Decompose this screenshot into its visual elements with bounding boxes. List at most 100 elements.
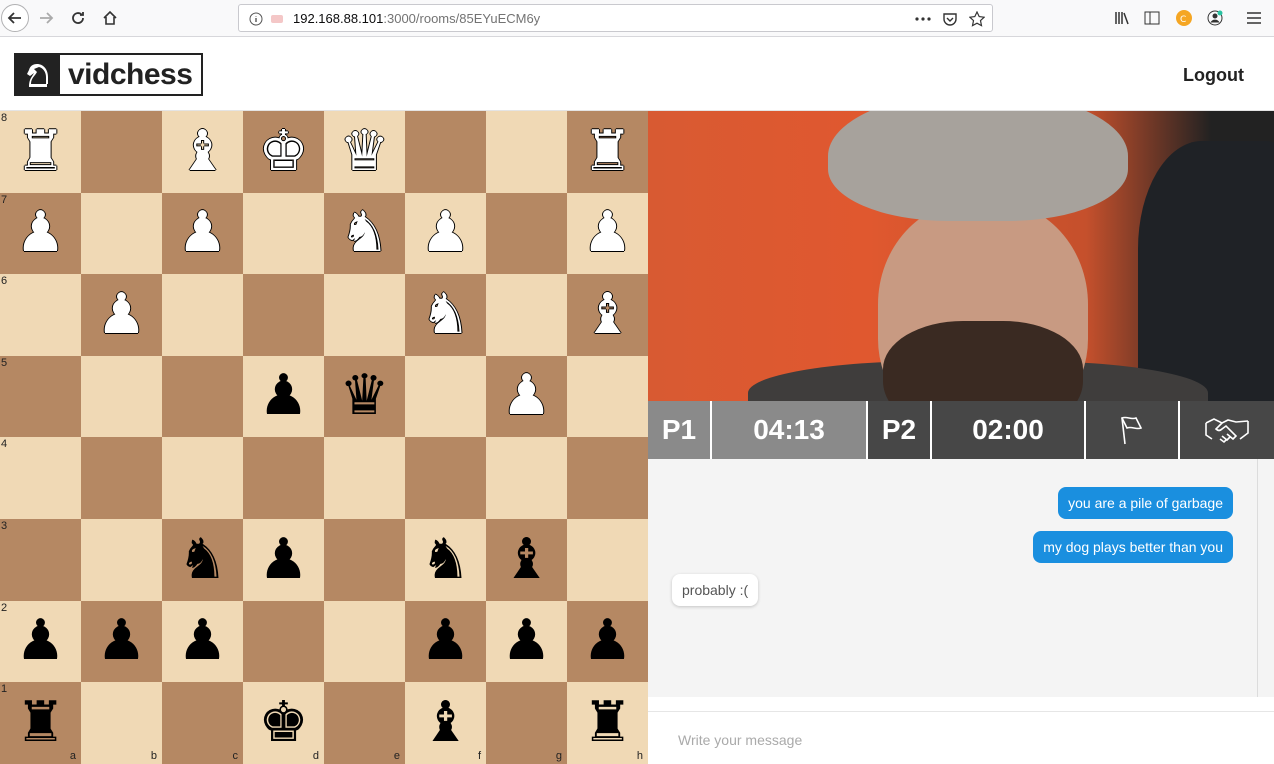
square-e5[interactable]: ♛ xyxy=(324,355,405,438)
more-actions-icon[interactable] xyxy=(915,11,931,27)
square-a4[interactable]: 4 xyxy=(0,437,81,519)
chess-piece[interactable]: ♟ xyxy=(243,356,324,437)
chess-piece[interactable]: ♜ xyxy=(567,111,648,192)
square-c4[interactable] xyxy=(162,437,243,519)
square-b2[interactable]: ♟ xyxy=(81,600,162,683)
logout-button[interactable]: Logout xyxy=(1183,65,1244,86)
square-h3[interactable] xyxy=(567,519,648,601)
chess-board[interactable]: 8 ♜ ♝ ♚ ♛ ♜ 7 ♟ ♟ ♞ ♟ ♟ 6 ♟ ♞ ♝ 5 ♟ ♛ ♟ 4 3 ♞ ♟ ♞ ♝ 2 ♟ ♟ ♟ ♟ ♟ ♟ 1 a ♜ b c d ♚… xyxy=(0,111,648,764)
chess-piece[interactable]: ♟ xyxy=(81,274,162,355)
square-d4[interactable] xyxy=(243,437,324,519)
pocket-icon[interactable] xyxy=(942,11,958,27)
square-c6[interactable] xyxy=(162,274,243,356)
square-e8[interactable]: ♛ xyxy=(324,111,405,193)
chess-piece[interactable]: ♟ xyxy=(405,193,486,274)
account-icon[interactable] xyxy=(1206,9,1224,27)
square-b1[interactable]: b xyxy=(81,682,162,764)
message-input[interactable] xyxy=(678,726,1238,754)
square-d5[interactable]: ♟ xyxy=(243,355,324,438)
square-g1[interactable]: g xyxy=(486,682,567,764)
square-f2[interactable]: ♟ xyxy=(405,600,486,683)
square-g8[interactable] xyxy=(486,111,567,193)
sidebar-icon[interactable] xyxy=(1143,9,1161,27)
chess-piece[interactable]: ♟ xyxy=(162,601,243,682)
square-f4[interactable] xyxy=(405,437,486,519)
chess-piece[interactable]: ♟ xyxy=(486,356,567,437)
square-g6[interactable] xyxy=(486,274,567,356)
chess-piece[interactable]: ♝ xyxy=(405,682,486,763)
square-h6[interactable]: ♝ xyxy=(567,274,648,356)
address-bar[interactable]: 192.168.88.101:3000/rooms/85EYuECM6y xyxy=(238,4,993,32)
square-c7[interactable]: ♟ xyxy=(162,192,243,275)
square-c2[interactable]: ♟ xyxy=(162,600,243,683)
offer-draw-button[interactable] xyxy=(1180,401,1274,459)
square-h8[interactable]: ♜ xyxy=(567,111,648,193)
square-e1[interactable]: e xyxy=(324,682,405,764)
chess-piece[interactable]: ♜ xyxy=(0,111,81,192)
square-d8[interactable]: ♚ xyxy=(243,111,324,193)
chess-piece[interactable]: ♟ xyxy=(0,601,81,682)
chess-piece[interactable]: ♞ xyxy=(405,274,486,355)
back-button[interactable] xyxy=(1,4,29,32)
square-f1[interactable]: f ♝ xyxy=(405,682,486,764)
square-a3[interactable]: 3 xyxy=(0,519,81,601)
chat-messages[interactable]: you are a pile of garbage my dog plays be… xyxy=(648,459,1258,697)
square-c8[interactable]: ♝ xyxy=(162,111,243,193)
resign-button[interactable] xyxy=(1086,401,1180,459)
square-h2[interactable]: ♟ xyxy=(567,600,648,683)
library-icon[interactable] xyxy=(1113,9,1131,27)
forward-button[interactable] xyxy=(32,4,60,32)
square-b3[interactable] xyxy=(81,519,162,601)
chess-piece[interactable]: ♟ xyxy=(567,601,648,682)
square-b8[interactable] xyxy=(81,111,162,193)
chess-piece[interactable]: ♟ xyxy=(486,601,567,682)
square-c5[interactable] xyxy=(162,355,243,438)
square-g4[interactable] xyxy=(486,437,567,519)
chess-piece[interactable]: ♝ xyxy=(486,519,567,600)
square-h7[interactable]: ♟ xyxy=(567,192,648,275)
square-b5[interactable] xyxy=(81,355,162,438)
square-b4[interactable] xyxy=(81,437,162,519)
chess-piece[interactable]: ♛ xyxy=(324,356,405,437)
chess-piece[interactable]: ♞ xyxy=(162,519,243,600)
square-f3[interactable]: ♞ xyxy=(405,519,486,601)
chess-piece[interactable]: ♟ xyxy=(243,519,324,600)
chess-piece[interactable]: ♜ xyxy=(567,682,648,763)
chess-piece[interactable]: ♟ xyxy=(405,601,486,682)
info-icon[interactable] xyxy=(248,11,264,27)
chess-piece[interactable]: ♞ xyxy=(405,519,486,600)
square-g7[interactable] xyxy=(486,192,567,275)
chess-piece[interactable]: ♚ xyxy=(243,111,324,192)
square-a8[interactable]: 8 ♜ xyxy=(0,111,81,193)
square-d1[interactable]: d ♚ xyxy=(243,682,324,764)
chess-piece[interactable]: ♚ xyxy=(243,682,324,763)
square-a6[interactable]: 6 xyxy=(0,274,81,356)
chess-piece[interactable]: ♟ xyxy=(162,193,243,274)
square-c1[interactable]: c xyxy=(162,682,243,764)
chess-piece[interactable]: ♛ xyxy=(324,111,405,192)
square-a1[interactable]: 1 a ♜ xyxy=(0,682,81,764)
square-g3[interactable]: ♝ xyxy=(486,519,567,601)
chat-scrollbar[interactable] xyxy=(1258,459,1274,697)
square-a7[interactable]: 7 ♟ xyxy=(0,192,81,275)
square-d6[interactable] xyxy=(243,274,324,356)
square-d2[interactable] xyxy=(243,600,324,683)
square-e3[interactable] xyxy=(324,519,405,601)
square-c3[interactable]: ♞ xyxy=(162,519,243,601)
square-f8[interactable] xyxy=(405,111,486,193)
square-b6[interactable]: ♟ xyxy=(81,274,162,356)
chess-piece[interactable]: ♟ xyxy=(0,193,81,274)
square-h5[interactable] xyxy=(567,355,648,438)
reload-button[interactable] xyxy=(64,4,92,32)
chess-piece[interactable]: ♞ xyxy=(324,193,405,274)
square-e4[interactable] xyxy=(324,437,405,519)
chess-piece[interactable]: ♝ xyxy=(162,111,243,192)
square-g5[interactable]: ♟ xyxy=(486,355,567,438)
square-f7[interactable]: ♟ xyxy=(405,192,486,275)
square-g2[interactable]: ♟ xyxy=(486,600,567,683)
bookmark-star-icon[interactable] xyxy=(969,11,985,27)
square-e2[interactable] xyxy=(324,600,405,683)
square-d3[interactable]: ♟ xyxy=(243,519,324,601)
square-e6[interactable] xyxy=(324,274,405,356)
square-f5[interactable] xyxy=(405,355,486,438)
